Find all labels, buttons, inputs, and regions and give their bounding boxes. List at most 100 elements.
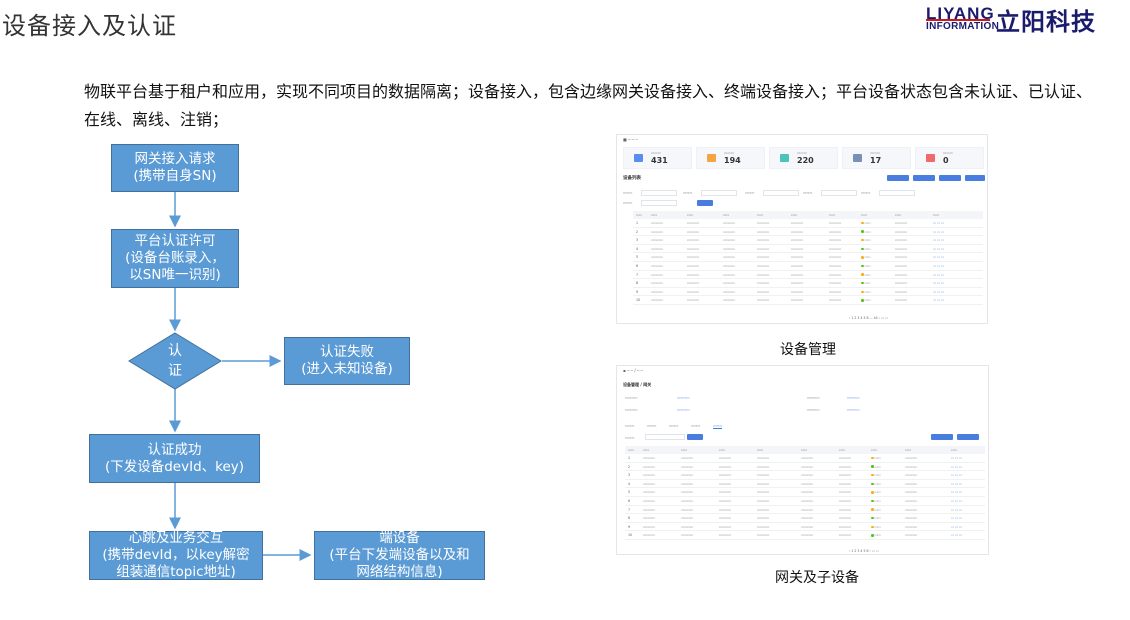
table-row[interactable]: 6 ▭▭▭▭ ▭▭▭▭ ▭▭▭▭ ▭▭▭▭ ▭▭▭▭ ▭▭▭▭ ▭▭ ▭▭▭▭ ▭ ▭ ▭ xyxy=(633,262,983,271)
filter-label: ▭▭▭ xyxy=(803,191,813,195)
table-cell: ▭ ▭ ▭ xyxy=(951,506,979,514)
row-action-link[interactable]: ▭ ▭ ▭ xyxy=(933,221,944,225)
table-cell: ▭▭▭▭ xyxy=(801,473,814,478)
filter-input[interactable] xyxy=(701,190,737,196)
table-cell: ▭▭▭▭ xyxy=(651,221,664,225)
table-cell: ▭▭▭▭ xyxy=(757,490,770,495)
table-row[interactable]: 3 ▭▭▭▭ ▭▭▭▭ ▭▭▭▭ ▭▭▭▭ ▭▭▭▭ ▭▭▭▭ ▭▭ ▭▭▭▭ ▭ ▭ ▭ xyxy=(625,471,985,480)
row-action-link[interactable]: ▭ ▭ ▭ xyxy=(933,290,944,294)
filter-input[interactable] xyxy=(821,190,857,196)
table-cell: ▭▭▭▭ xyxy=(651,238,664,243)
table-cell: ▭▭▭▭ xyxy=(757,255,770,260)
table-row[interactable]: 1 ▭▭▭▭ ▭▭▭▭ ▭▭▭▭ ▭▭▭▭ ▭▭▭▭ ▭▭▭▭ ▭▭ ▭▭▭▭ ▭ ▭ ▭ xyxy=(625,454,985,463)
row-action-link[interactable]: ▭ ▭ ▭ xyxy=(933,281,944,285)
table-row[interactable]: 8 ▭▭▭▭ ▭▭▭▭ ▭▭▭▭ ▭▭▭▭ ▭▭▭▭ ▭▭▭▭ ▭▭ ▭▭▭▭ ▭ ▭ ▭ xyxy=(633,279,983,288)
table-row[interactable]: 7 ▭▭▭▭ ▭▭▭▭ ▭▭▭▭ ▭▭▭▭ ▭▭▭▭ ▭▭▭▭ ▭▭ ▭▭▭▭ ▭ ▭ ▭ xyxy=(633,271,983,280)
table-row[interactable]: 8 ▭▭▭▭ ▭▭▭▭ ▭▭▭▭ ▭▭▭▭ ▭▭▭▭ ▭▭▭▭ ▭▭ ▭▭▭▭ ▭ ▭ ▭ xyxy=(625,514,985,523)
detail-field: ▭▭▭▭ xyxy=(807,408,820,412)
row-action-link[interactable]: ▭ ▭ ▭ xyxy=(951,482,962,486)
mini-button[interactable] xyxy=(887,175,909,181)
row-action-link[interactable]: ▭ ▭ ▭ xyxy=(951,499,962,503)
row-action-link[interactable]: ▭ ▭ ▭ xyxy=(951,525,962,529)
status-dot xyxy=(871,465,874,468)
table-row[interactable]: 9 ▭▭▭▭ ▭▭▭▭ ▭▭▭▭ ▭▭▭▭ ▭▭▭▭ ▭▭▭▭ ▭▭ ▭▭▭▭ ▭ ▭ ▭ xyxy=(625,523,985,532)
table-row[interactable]: 3 ▭▭▭▭ ▭▭▭▭ ▭▭▭▭ ▭▭▭▭ ▭▭▭▭ ▭▭▭▭ ▭▭ ▭▭▭▭ ▭ ▭ ▭ xyxy=(633,236,983,245)
mini-button[interactable] xyxy=(931,434,953,440)
detail-tab[interactable]: ▭▭▭ xyxy=(713,424,723,429)
table-cell: ▭▭▭▭ xyxy=(687,221,700,225)
table-row[interactable]: 2 ▭▭▭▭ ▭▭▭▭ ▭▭▭▭ ▭▭▭▭ ▭▭▭▭ ▭▭▭▭ ▭▭ ▭▭▭▭ ▭ ▭ ▭ xyxy=(633,228,983,237)
filter-input[interactable] xyxy=(641,200,677,206)
table-cell: ▭ ▭ ▭ xyxy=(951,454,979,462)
table-cell: ▭▭▭▭ xyxy=(651,246,664,251)
row-action-link[interactable]: ▭ ▭ ▭ xyxy=(951,456,962,460)
row-action-link[interactable]: ▭ ▭ ▭ xyxy=(951,533,962,537)
detail-tab[interactable]: ▭▭▭ xyxy=(691,424,700,428)
detail-tab[interactable]: ▭▭▭ xyxy=(647,424,656,428)
flow-step-title: 平台认证许可 xyxy=(134,233,216,249)
table-cell: 7 xyxy=(636,272,639,277)
detail-tab[interactable]: ▭▭▭ xyxy=(625,424,634,428)
table-cell: ▭▭▭▭ xyxy=(687,238,700,243)
table-cell: ▭▭▭▭ xyxy=(643,533,656,538)
row-action-link[interactable]: ▭ ▭ ▭ xyxy=(933,298,944,302)
table-row[interactable]: 4 ▭▭▭▭ ▭▭▭▭ ▭▭▭▭ ▭▭▭▭ ▭▭▭▭ ▭▭▭▭ ▭▭ ▭▭▭▭ ▭ ▭ ▭ xyxy=(633,245,983,254)
status-dot xyxy=(861,299,864,302)
table-cell: ▭▭▭▭ xyxy=(839,507,852,512)
table-row[interactable]: 10 ▭▭▭▭ ▭▭▭▭ ▭▭▭▭ ▭▭▭▭ ▭▭▭▭ ▭▭▭▭ ▭▭ ▭▭▭▭ ▭ ▭ ▭ xyxy=(633,296,983,305)
mini-button[interactable] xyxy=(957,434,979,440)
detail-tab[interactable]: ▭▭▭ xyxy=(669,424,678,428)
pagination[interactable]: ‹ 1 2 3 4 5 6 › ▭ ▭ xyxy=(849,549,879,553)
row-action-link[interactable]: ▭ ▭ ▭ xyxy=(951,516,962,520)
row-action-link[interactable]: ▭ ▭ ▭ xyxy=(933,230,944,234)
table-cell: ▭ ▭ ▭ xyxy=(933,253,961,261)
decision-text: 证 xyxy=(168,363,182,379)
table-cell: ▭▭▭▭ xyxy=(687,281,700,286)
table-row[interactable]: 10 ▭▭▭▭ ▭▭▭▭ ▭▭▭▭ ▭▭▭▭ ▭▭▭▭ ▭▭▭▭ ▭▭ ▭▭▭▭ ▭ ▭ ▭ xyxy=(625,531,985,540)
table-cell: ▭▭ xyxy=(871,523,901,531)
stat-card: ▭▭▭ 0 xyxy=(915,147,984,169)
pagination[interactable]: ‹ 1 2 3 4 5 6 ... 44 › ▭ ▭ xyxy=(849,316,888,320)
row-action-link[interactable]: ▭ ▭ ▭ xyxy=(933,255,944,259)
row-action-link[interactable]: ▭ ▭ ▭ xyxy=(951,473,962,477)
table-header-cell: ▭▭ xyxy=(643,448,650,452)
table-cell: ▭▭▭▭ xyxy=(651,255,664,260)
table-cell: ▭▭▭▭ xyxy=(723,255,736,260)
filter-input[interactable] xyxy=(645,434,685,440)
query-button[interactable] xyxy=(697,200,713,206)
table-cell: ▭▭▭▭ xyxy=(895,221,908,225)
table-row[interactable]: 4 ▭▭▭▭ ▭▭▭▭ ▭▭▭▭ ▭▭▭▭ ▭▭▭▭ ▭▭▭▭ ▭▭ ▭▭▭▭ ▭ ▭ ▭ xyxy=(625,480,985,489)
query-button[interactable] xyxy=(687,434,703,440)
table-row[interactable]: 1 ▭▭▭▭ ▭▭▭▭ ▭▭▭▭ ▭▭▭▭ ▭▭▭▭ ▭▭▭▭ ▭▭ ▭▭▭▭ ▭ ▭ ▭ xyxy=(633,219,983,228)
row-action-link[interactable]: ▭ ▭ ▭ xyxy=(933,264,944,268)
row-action-link[interactable]: ▭ ▭ ▭ xyxy=(951,465,962,469)
row-action-link[interactable]: ▭ ▭ ▭ xyxy=(933,273,944,277)
table-cell: ▭▭▭▭ xyxy=(687,264,700,268)
table-cell: 10 xyxy=(628,533,633,538)
table-row[interactable]: 6 ▭▭▭▭ ▭▭▭▭ ▭▭▭▭ ▭▭▭▭ ▭▭▭▭ ▭▭▭▭ ▭▭ ▭▭▭▭ ▭ ▭ ▭ xyxy=(625,497,985,506)
table-cell: ▭▭▭▭ xyxy=(905,456,918,460)
table-cell: ▭▭▭▭ xyxy=(719,473,732,478)
row-action-link[interactable]: ▭ ▭ ▭ xyxy=(933,238,944,242)
table-header-cell: ▭▭ xyxy=(791,213,798,217)
mini-button[interactable] xyxy=(913,175,935,181)
table-row[interactable]: 2 ▭▭▭▭ ▭▭▭▭ ▭▭▭▭ ▭▭▭▭ ▭▭▭▭ ▭▭▭▭ ▭▭ ▭▭▭▭ ▭ ▭ ▭ xyxy=(625,463,985,472)
row-action-link[interactable]: ▭ ▭ ▭ xyxy=(951,490,962,494)
filter-input[interactable] xyxy=(879,190,915,196)
mini-button[interactable] xyxy=(939,175,961,181)
table-cell: ▭▭▭▭ xyxy=(643,499,656,503)
table-row[interactable]: 7 ▭▭▭▭ ▭▭▭▭ ▭▭▭▭ ▭▭▭▭ ▭▭▭▭ ▭▭▭▭ ▭▭ ▭▭▭▭ ▭ ▭ ▭ xyxy=(625,506,985,515)
table-cell: ▭▭▭▭ xyxy=(723,289,736,294)
table-row[interactable]: 9 ▭▭▭▭ ▭▭▭▭ ▭▭▭▭ ▭▭▭▭ ▭▭▭▭ ▭▭▭▭ ▭▭ ▭▭▭▭ ▭ ▭ ▭ xyxy=(633,288,983,297)
table-header-cell: ▭▭ xyxy=(905,448,912,452)
detail-title: 设备管理 / 网关 xyxy=(623,382,652,387)
table-row[interactable]: 5 ▭▭▭▭ ▭▭▭▭ ▭▭▭▭ ▭▭▭▭ ▭▭▭▭ ▭▭▭▭ ▭▭ ▭▭▭▭ ▭ ▭ ▭ xyxy=(625,488,985,497)
row-action-link[interactable]: ▭ ▭ ▭ xyxy=(951,508,962,512)
row-action-link[interactable]: ▭ ▭ ▭ xyxy=(933,247,944,251)
table-row[interactable]: 5 ▭▭▭▭ ▭▭▭▭ ▭▭▭▭ ▭▭▭▭ ▭▭▭▭ ▭▭▭▭ ▭▭ ▭▭▭▭ ▭ ▭ ▭ xyxy=(633,253,983,262)
filter-input[interactable] xyxy=(763,190,799,196)
table-cell: ▭▭▭▭ xyxy=(681,481,694,486)
mini-button[interactable] xyxy=(965,175,985,181)
status-dot xyxy=(871,482,874,486)
filter-input[interactable] xyxy=(641,190,677,196)
